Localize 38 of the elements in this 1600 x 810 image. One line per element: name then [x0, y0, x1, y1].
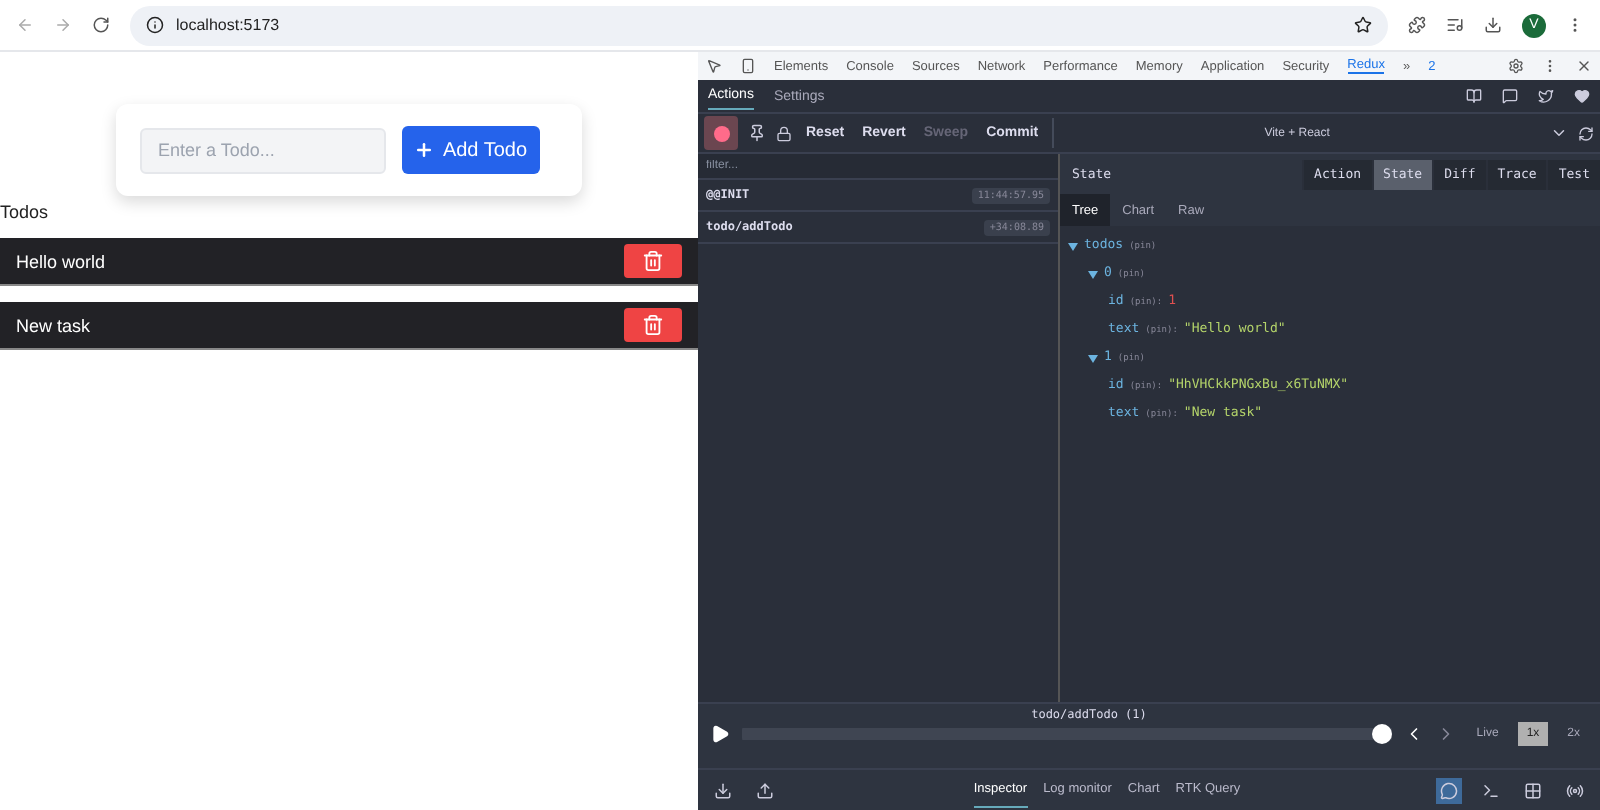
slider-thumb[interactable]	[1372, 724, 1393, 744]
chevron-down-icon[interactable]	[1550, 124, 1568, 142]
expand-arrow-icon[interactable]	[1088, 269, 1098, 279]
media-icon[interactable]	[1446, 16, 1464, 34]
add-todo-button[interactable]: Add Todo	[402, 126, 540, 174]
chat-icon[interactable]	[1502, 88, 1518, 104]
address-bar[interactable]: localhost:5173	[130, 5, 1388, 45]
reload-icon[interactable]	[92, 16, 110, 34]
heart-icon[interactable]	[1574, 88, 1590, 104]
delete-button[interactable]	[624, 308, 682, 342]
expand-arrow-icon[interactable]	[1088, 353, 1098, 363]
info-icon[interactable]	[146, 16, 164, 34]
message-icon[interactable]	[1436, 777, 1462, 803]
settings-icon[interactable]	[1508, 58, 1524, 74]
play-icon[interactable]	[710, 724, 730, 744]
todo-text: New task	[16, 315, 91, 335]
expand-arrow-icon[interactable]	[1068, 241, 1078, 251]
todo-text: Hello world	[16, 251, 106, 271]
plus-icon	[414, 140, 435, 160]
todo-input[interactable]: Enter a Todo...	[140, 127, 386, 173]
sync-icon[interactable]	[1578, 125, 1594, 141]
book-icon[interactable]	[1466, 88, 1482, 104]
close-icon[interactable]	[1576, 58, 1592, 74]
device-icon[interactable]	[740, 58, 756, 74]
trash-icon	[642, 314, 664, 336]
delete-button[interactable]	[624, 244, 682, 278]
todos-heading: Todos	[0, 202, 51, 222]
url-text: localhost:5173	[176, 16, 280, 34]
bird-icon[interactable]	[1538, 88, 1554, 104]
pin-icon[interactable]	[748, 124, 766, 142]
extension-icon[interactable]	[1408, 16, 1426, 34]
slider-track[interactable]	[742, 724, 1393, 744]
bookmark-star-icon[interactable]	[1354, 16, 1372, 34]
download-icon[interactable]	[1484, 16, 1502, 34]
lock-icon[interactable]	[776, 125, 792, 141]
trash-icon	[642, 250, 664, 272]
inspect-icon[interactable]	[706, 58, 722, 74]
record-button[interactable]	[704, 116, 738, 150]
